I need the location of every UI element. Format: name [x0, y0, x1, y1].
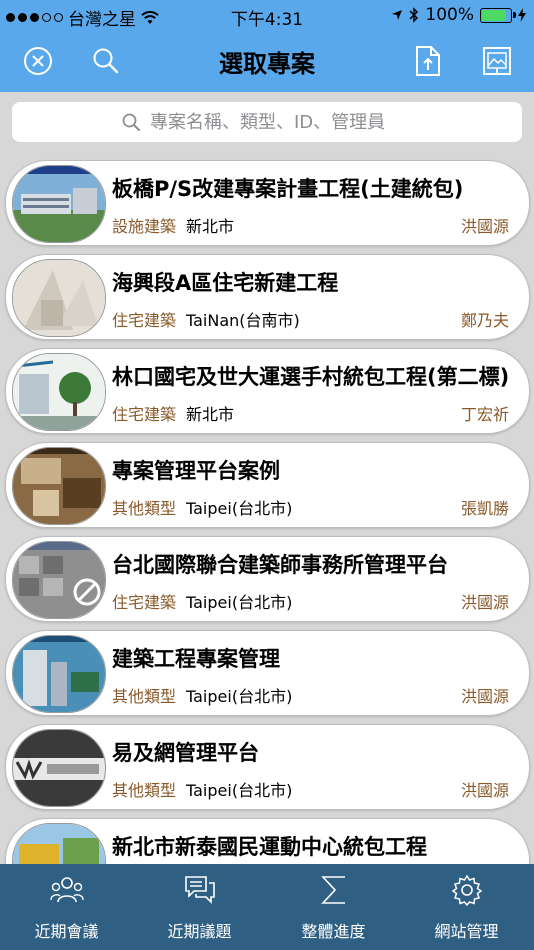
project-manager: 洪國源 [460, 217, 509, 236]
project-card[interactable]: 海興段A區住宅新建工程 住宅建築 TaiNan(台南市) 鄭乃夫 [5, 254, 530, 340]
tab-recent-issues[interactable]: 近期議題 [133, 864, 266, 950]
chat-bubbles-icon [184, 876, 215, 904]
project-title: 板橋P/S改建專案計畫工程(土建統包) [112, 177, 464, 201]
project-thumbnail [12, 353, 106, 431]
search-input[interactable] [148, 110, 412, 134]
project-title: 林口國宅及世大運選手村統包工程(第二標) [112, 365, 510, 389]
battery-icon [480, 7, 516, 23]
project-title: 台北國際聯合建築師事務所管理平台 [112, 553, 448, 577]
document-upload-icon [416, 46, 440, 76]
project-card[interactable]: 易及網管理平台 其他類型 Taipei(台北市) 洪國源 [5, 724, 530, 810]
project-card[interactable]: 新北市新泰國民運動中心統包工程 [5, 818, 530, 864]
project-location: Taipei(台北市) [186, 687, 293, 706]
project-location: TaiNan(台南市) [186, 311, 300, 330]
project-title: 海興段A區住宅新建工程 [112, 271, 339, 295]
tab-label: 整體進度 [301, 922, 366, 941]
project-type: 住宅建築 [112, 593, 177, 612]
project-manager: 洪國源 [460, 593, 509, 612]
project-location: Taipei(台北市) [186, 499, 293, 518]
search-icon [122, 113, 140, 131]
project-manager: 丁宏祈 [460, 405, 509, 424]
project-card[interactable]: 板橋P/S改建專案計畫工程(土建統包) 設施建築 新北市 洪國源 [5, 160, 530, 246]
tab-label: 近期議題 [167, 922, 232, 941]
project-card[interactable]: 專案管理平台案例 其他類型 Taipei(台北市) 張凱勝 [5, 442, 530, 528]
project-type: 設施建築 [112, 217, 177, 236]
project-title: 新北市新泰國民運動中心統包工程 [112, 835, 427, 859]
bluetooth-icon [409, 7, 419, 23]
project-card[interactable]: 林口國宅及世大運選手村統包工程(第二標) 住宅建築 新北市 丁宏祈 [5, 348, 530, 434]
project-title: 專案管理平台案例 [112, 459, 280, 483]
project-title: 建築工程專案管理 [112, 647, 280, 671]
battery-percent: 100% [425, 5, 474, 25]
tab-overall-progress[interactable]: 整體進度 [267, 864, 400, 950]
tab-recent-meetings[interactable]: 近期會議 [0, 864, 133, 950]
image-upload-icon [483, 47, 511, 75]
project-manager: 張凱勝 [460, 499, 509, 518]
project-type: 住宅建築 [112, 311, 177, 330]
project-manager: 鄭乃夫 [460, 311, 509, 330]
project-thumbnail [12, 447, 106, 525]
page-title: 選取專案 [219, 50, 315, 78]
project-location: Taipei(台北市) [186, 593, 293, 612]
project-location: 新北市 [186, 217, 235, 236]
project-type: 其他類型 [112, 499, 177, 518]
tab-label: 網站管理 [434, 922, 499, 941]
tab-bar: 近期會議 近期議題 整體進度 網站管理 [0, 864, 534, 950]
project-thumbnail [12, 729, 106, 807]
project-thumbnail [12, 541, 106, 619]
nav-bar: 選取專案 [0, 30, 534, 92]
tab-label: 近期會議 [34, 922, 99, 941]
upload-image-button[interactable] [477, 41, 517, 81]
location-arrow-icon [392, 10, 403, 20]
meeting-people-icon [49, 877, 84, 903]
gear-icon [451, 874, 482, 906]
project-thumbnail [12, 823, 106, 864]
project-type: 其他類型 [112, 781, 177, 800]
project-card[interactable]: 建築工程專案管理 其他類型 Taipei(台北市) 洪國源 [5, 630, 530, 716]
project-manager: 洪國源 [460, 687, 509, 706]
project-manager: 洪國源 [460, 781, 509, 800]
project-location: 新北市 [186, 405, 235, 424]
project-title: 易及網管理平台 [112, 741, 259, 765]
project-type: 其他類型 [112, 687, 177, 706]
project-thumbnail [12, 259, 106, 337]
status-bar: 台灣之星 下午4:31 100% [0, 0, 534, 30]
upload-document-button[interactable] [408, 41, 448, 81]
charging-icon [518, 8, 526, 22]
project-type: 住宅建築 [112, 405, 177, 424]
project-location: Taipei(台北市) [186, 781, 293, 800]
search-area [0, 92, 534, 154]
project-list: 板橋P/S改建專案計畫工程(土建統包) 設施建築 新北市 洪國源 海興段A區住宅… [0, 154, 534, 864]
tab-site-admin[interactable]: 網站管理 [400, 864, 533, 950]
project-thumbnail [12, 165, 106, 243]
search-field[interactable] [12, 102, 522, 142]
sigma-icon [320, 876, 345, 904]
project-card[interactable]: 台北國際聯合建築師事務所管理平台 住宅建築 Taipei(台北市) 洪國源 [5, 536, 530, 622]
project-thumbnail [12, 635, 106, 713]
